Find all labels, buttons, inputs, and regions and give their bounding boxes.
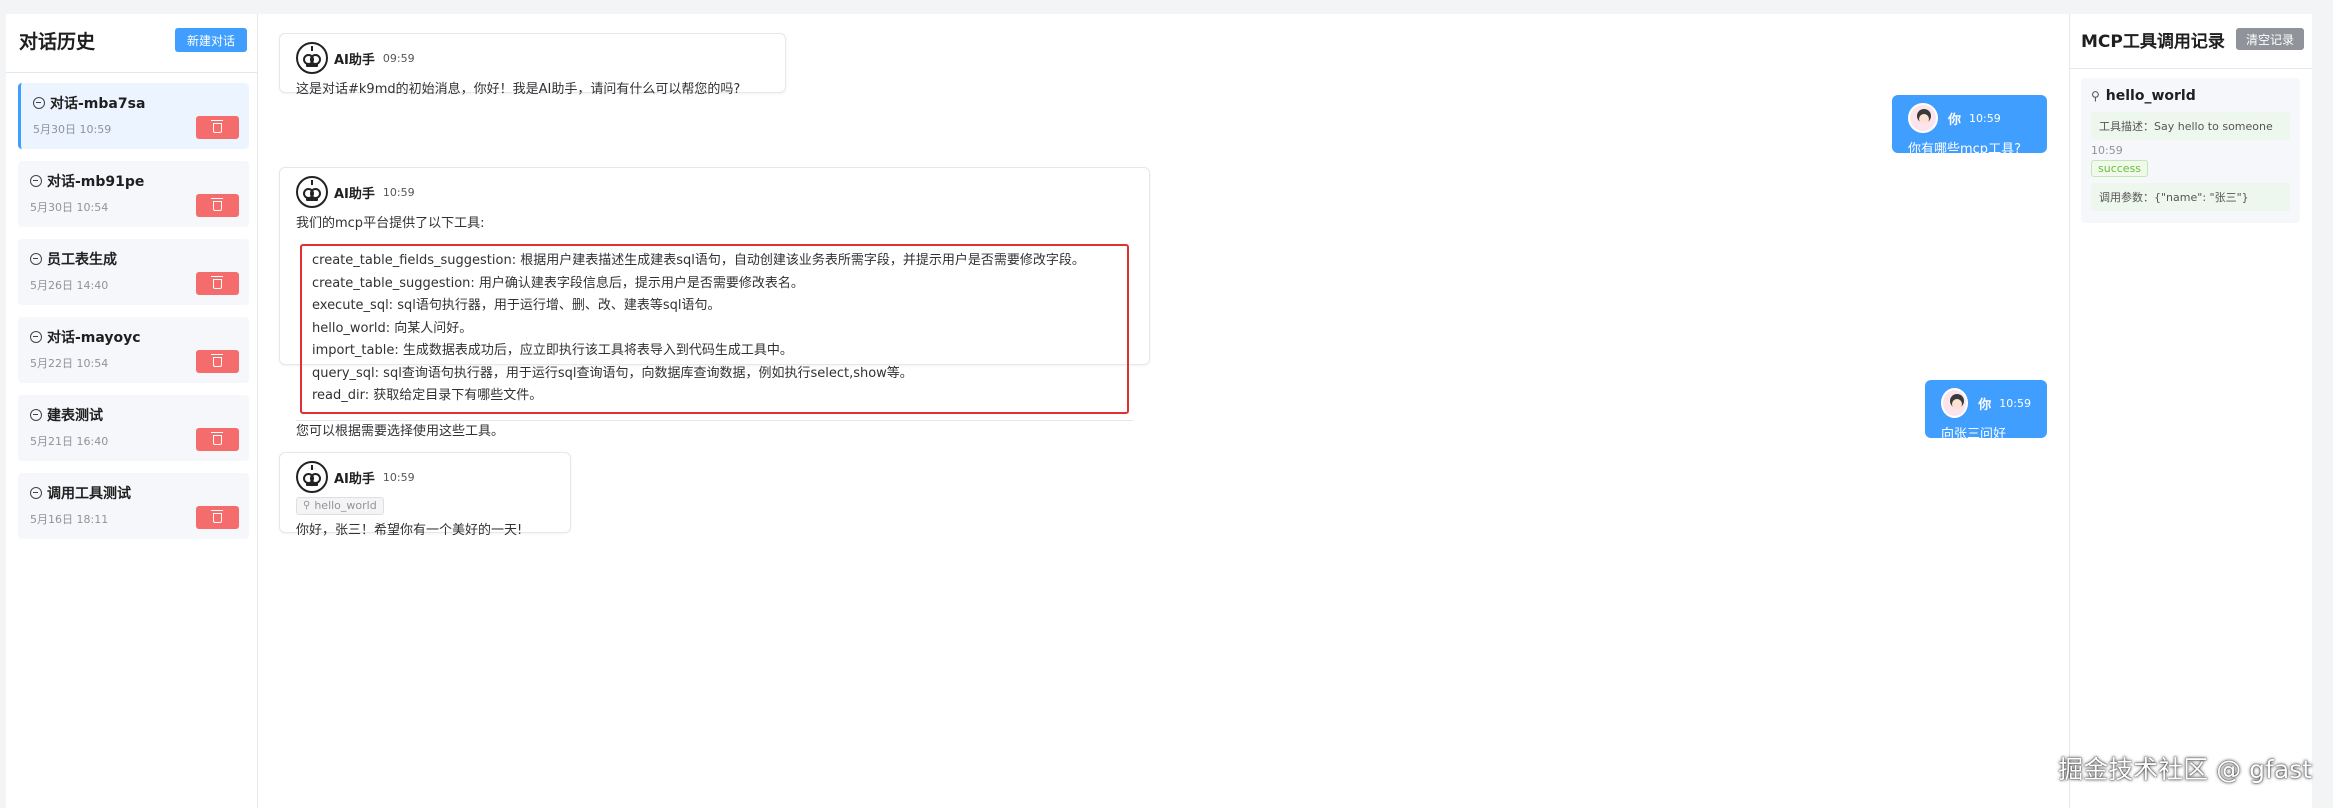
conversation-item-active[interactable]: 对话-mba7sa 5月30日 10:59 [18, 83, 249, 149]
message-divider [296, 419, 1133, 421]
message-text: 你有哪些mcp工具? [1908, 142, 2021, 157]
watermark: 掘金技术社区 @ gfast [2058, 755, 2312, 784]
wrench-icon: ⚲ [303, 500, 311, 511]
user-message: 你 10:59 你有哪些mcp工具? [1892, 95, 2047, 157]
chat-bubble-icon [30, 253, 42, 265]
chat-bubble-icon [30, 331, 42, 343]
tool-list-item: read_dir: 获取给定目录下有哪些文件。 [312, 388, 543, 403]
chat-bubble-icon [30, 409, 42, 421]
conversation-item[interactable]: 对话-mayoyc 5月22日 10:54 [18, 317, 249, 383]
log-status-badge: success [2091, 160, 2149, 177]
message-intro: 我们的mcp平台提供了以下工具: [296, 216, 485, 231]
mcp-log-entry: ⚲ hello_world 工具描述：Say hello to someone … [2081, 78, 2300, 223]
ai-message: AI助手 10:59 我们的mcp平台提供了以下工具: create_table… [279, 167, 1150, 439]
sidebar-header: 对话历史 新建对话 [6, 14, 257, 58]
tool-call-name: hello_world [314, 499, 377, 512]
tool-list-highlight: create_table_fields_suggestion: 根据用户建表描述… [300, 244, 1129, 414]
message-sender: AI助手 [334, 471, 375, 487]
user-avatar [1941, 388, 1969, 418]
delete-conversation-button[interactable] [196, 506, 239, 529]
conversation-name: 员工表生成 [47, 252, 117, 268]
mcp-panel-header: MCP工具调用记录 清空记录 [2070, 14, 2312, 54]
conversation-item[interactable]: 对话-mb91pe 5月30日 10:54 [18, 161, 249, 227]
ai-robot-avatar [296, 42, 328, 74]
new-conversation-button[interactable]: 新建对话 [174, 28, 247, 52]
tool-call-tag: ⚲ hello_world [296, 496, 384, 515]
sidebar-title: 对话历史 [19, 30, 96, 53]
message-time: 10:59 [1999, 396, 2031, 410]
trash-icon [211, 509, 223, 523]
trash-icon [211, 119, 223, 133]
user-message: 你 10:59 向张三问好 [1925, 380, 2047, 442]
conversation-sidebar: 对话历史 新建对话 对话-mba7sa 5月30日 10:59 对话-mb91p… [6, 14, 258, 808]
message-time: 10:59 [382, 470, 415, 484]
message-time: 09:59 [382, 51, 415, 65]
tool-list-item: execute_sql: sql语句执行器，用于运行增、删、改、建表等sql语句… [312, 298, 721, 313]
delete-conversation-button[interactable] [196, 116, 239, 139]
message-text: 你好，张三！希望你有一个美好的一天! [296, 522, 523, 538]
ai-robot-avatar [296, 176, 328, 208]
delete-conversation-button[interactable] [196, 194, 239, 217]
tool-list-item: create_table_fields_suggestion: 根据用户建表描述… [312, 253, 1085, 268]
chat-bubble-icon [30, 175, 42, 187]
delete-conversation-button[interactable] [196, 272, 239, 295]
conversation-list: 对话-mba7sa 5月30日 10:59 对话-mb91pe 5月30日 10… [6, 73, 257, 539]
mcp-panel-divider [2070, 68, 2312, 69]
message-sender: AI助手 [334, 52, 375, 68]
message-sender: 你 [1978, 397, 1992, 413]
conversation-name: 对话-mayoyc [47, 330, 141, 346]
trash-icon [211, 353, 223, 367]
message-text: 向张三问好 [1941, 427, 2007, 442]
wrench-icon: ⚲ [2091, 89, 2100, 103]
log-call-params: 调用参数：{"name": "张三"} [2091, 183, 2290, 211]
tool-list-item: create_table_suggestion: 用户确认建表字段信息后，提示用… [312, 275, 804, 291]
message-outro: 您可以根据需要选择使用这些工具。 [296, 423, 505, 439]
delete-conversation-button[interactable] [196, 428, 239, 451]
trash-icon [211, 197, 223, 211]
conversation-item[interactable]: 建表测试 5月21日 16:40 [18, 395, 249, 461]
trash-icon [211, 431, 223, 445]
user-avatar [1908, 103, 1938, 133]
message-sender: AI助手 [334, 186, 375, 202]
log-tool-name: hello_world [2105, 88, 2196, 104]
conversation-name: 对话-mb91pe [47, 174, 145, 190]
tool-list-item: import_table: 生成数据表成功后，应立即执行该工具将表导入到代码生成… [312, 343, 793, 358]
conversation-name: 对话-mba7sa [50, 96, 146, 112]
ai-message: AI助手 09:59 这是对话#k9md的初始消息，你好！我是AI助手，请问有什… [279, 33, 786, 97]
conversation-item[interactable]: 员工表生成 5月26日 14:40 [18, 239, 249, 305]
delete-conversation-button[interactable] [196, 350, 239, 373]
message-time: 10:59 [1969, 111, 2001, 125]
trash-icon [211, 275, 223, 289]
message-sender: 你 [1948, 112, 1962, 128]
mcp-panel-title: MCP工具调用记录 [2081, 31, 2225, 52]
log-tool-description: 工具描述：Say hello to someone [2091, 112, 2290, 140]
conversation-item[interactable]: 调用工具测试 5月16日 18:11 [18, 473, 249, 539]
conversation-name: 建表测试 [47, 408, 103, 424]
message-time: 10:59 [382, 185, 415, 199]
conversation-name: 调用工具测试 [47, 486, 131, 502]
ai-message: AI助手 10:59 ⚲ hello_world 你好，张三！希望你有一个美好的… [279, 452, 571, 538]
chat-area: AI助手 09:59 这是对话#k9md的初始消息，你好！我是AI助手，请问有什… [258, 14, 2069, 808]
log-time: 10:59 [2091, 144, 2123, 157]
ai-robot-avatar [296, 461, 328, 493]
message-text: 这是对话#k9md的初始消息，你好！我是AI助手，请问有什么可以帮您的吗? [296, 82, 741, 97]
chat-bubble-icon [33, 97, 45, 109]
clear-log-button[interactable]: 清空记录 [2235, 28, 2304, 50]
tool-list-item: hello_world: 向某人问好。 [312, 320, 473, 336]
mcp-log-panel: MCP工具调用记录 清空记录 ⚲ hello_world 工具描述：Say he… [2069, 14, 2312, 808]
chat-bubble-icon [30, 487, 42, 499]
tool-list-item: query_sql: sql查询语句执行器，用于运行sql查询语句，向数据库查询… [312, 365, 913, 381]
